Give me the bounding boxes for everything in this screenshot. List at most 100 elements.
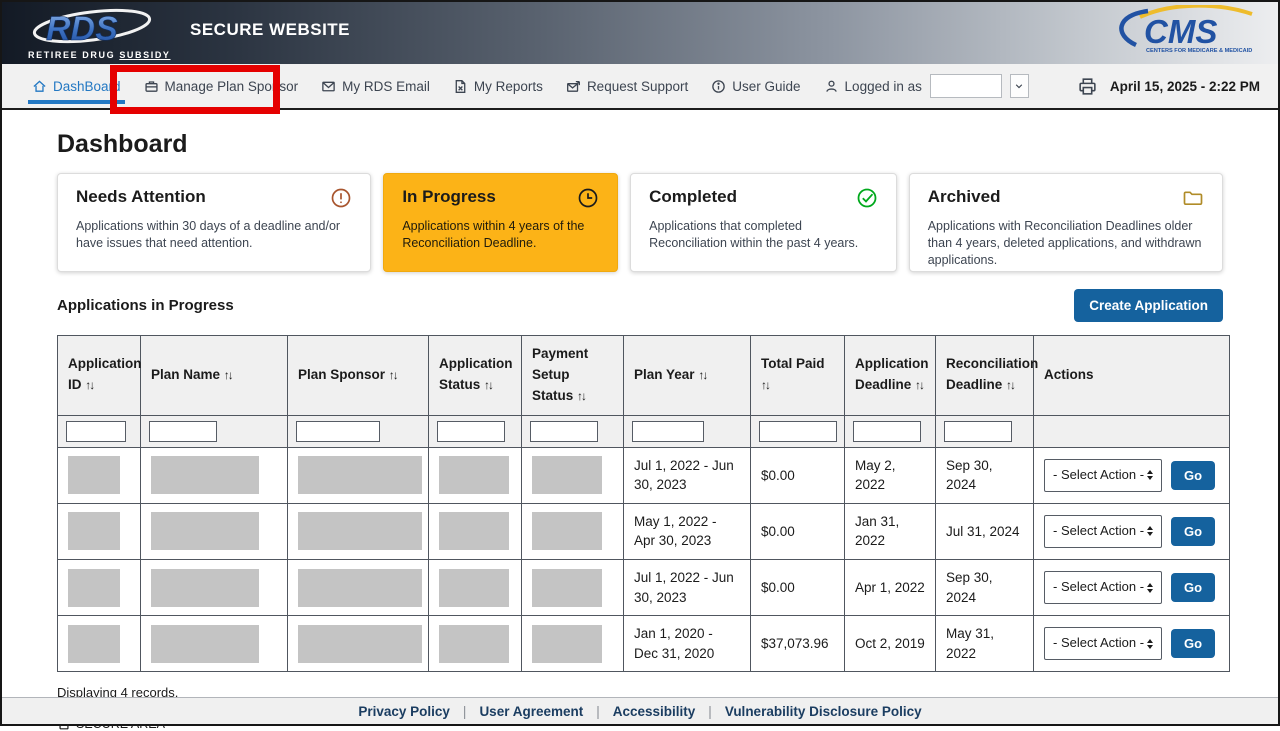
logged-in-user-dropdown[interactable] [1010, 74, 1029, 98]
cms-logo: CMS CENTERS FOR MEDICARE & MEDICAID SERV… [1106, 5, 1254, 62]
footer-separator: | [708, 704, 712, 719]
go-button[interactable]: Go [1171, 461, 1215, 490]
col-header-plan-sponsor[interactable]: Plan Sponsor ↑↓ [288, 336, 429, 416]
table-section-title: Applications in Progress [57, 297, 234, 314]
filter-reconciliation-deadline-input[interactable] [944, 421, 1012, 442]
filter-plan-name-input[interactable] [149, 421, 217, 442]
rds-logo: RDS Retiree Drug Subsidy [28, 7, 168, 60]
redacted-payment-setup-status [532, 456, 602, 494]
card-in-progress[interactable]: In Progress Applications within 4 years … [383, 173, 618, 272]
select-caret-icon [1147, 470, 1153, 480]
filter-application-id-input[interactable] [66, 421, 126, 442]
card-completed[interactable]: Completed Applications that completed Re… [630, 173, 897, 272]
footer-link-user-agreement[interactable]: User Agreement [479, 704, 583, 719]
go-button[interactable]: Go [1171, 629, 1215, 658]
table-header-row: Application ID ↑↓ Plan Name ↑↓ Plan Spon… [58, 336, 1230, 416]
cms-logo-graphic: CMS CENTERS FOR MEDICARE & MEDICAID SERV… [1106, 5, 1254, 57]
nav-item-request-support[interactable]: Request Support [566, 64, 688, 108]
total-paid-cell: $0.00 [751, 503, 845, 559]
table-row: Jul 1, 2022 - Jun 30, 2023 $0.00 Apr 1, … [58, 560, 1230, 616]
filter-application-status-input[interactable] [437, 421, 505, 442]
info-icon [711, 79, 726, 94]
filter-total-paid-input[interactable] [759, 421, 837, 442]
go-button[interactable]: Go [1171, 517, 1215, 546]
create-application-button[interactable]: Create Application [1074, 289, 1223, 322]
col-header-plan-name[interactable]: Plan Name ↑↓ [141, 336, 288, 416]
nav-item-my-rds-email[interactable]: My RDS Email [321, 64, 430, 108]
plan-year-cell: Jul 1, 2022 - Jun 30, 2023 [624, 560, 751, 616]
col-header-application-status[interactable]: Application Status ↑↓ [429, 336, 522, 416]
footer-link-accessibility[interactable]: Accessibility [613, 704, 696, 719]
sort-icon: ↑↓ [698, 368, 706, 382]
applications-table: Application ID ↑↓ Plan Name ↑↓ Plan Spon… [57, 335, 1230, 672]
page-title: Dashboard [57, 130, 1223, 159]
filter-plan-sponsor-input[interactable] [296, 421, 380, 442]
col-header-application-id[interactable]: Application ID ↑↓ [58, 336, 141, 416]
redacted-plan-name [151, 456, 259, 494]
sort-icon: ↑↓ [484, 378, 492, 392]
rds-logo-graphic: RDS [28, 7, 160, 49]
nav-item-logged-in-as: Logged in as [824, 64, 1029, 108]
reconciliation-deadline-cell: Jul 31, 2024 [936, 503, 1034, 559]
application-deadline-cell: Jan 31, 2022 [845, 503, 936, 559]
sort-icon: ↑↓ [915, 378, 923, 392]
col-header-plan-year[interactable]: Plan Year ↑↓ [624, 336, 751, 416]
footer-link-vulnerability-disclosure-policy[interactable]: Vulnerability Disclosure Policy [725, 704, 922, 719]
col-header-actions: Actions [1034, 336, 1230, 416]
alert-circle-icon [330, 187, 352, 209]
filter-payment-setup-status-input[interactable] [530, 421, 598, 442]
nav-item-user-guide[interactable]: User Guide [711, 64, 800, 108]
redacted-plan-sponsor [298, 456, 422, 494]
footer-link-privacy-policy[interactable]: Privacy Policy [358, 704, 450, 719]
select-caret-icon [1147, 583, 1153, 593]
redacted-application-status [439, 456, 509, 494]
filter-plan-year-input[interactable] [632, 421, 704, 442]
reconciliation-deadline-cell: Sep 30, 2024 [936, 560, 1034, 616]
total-paid-cell: $0.00 [751, 447, 845, 503]
redacted-plan-sponsor [298, 569, 422, 607]
col-header-reconciliation-deadline[interactable]: Reconciliation Deadline ↑↓ [936, 336, 1034, 416]
home-icon [32, 79, 47, 94]
clock-icon [577, 187, 599, 209]
site-title: SECURE WEBSITE [190, 20, 350, 40]
card-needs-attention[interactable]: Needs Attention Applications within 30 d… [57, 173, 371, 272]
filter-application-deadline-input[interactable] [853, 421, 921, 442]
action-select[interactable]: - Select Action - [1044, 571, 1162, 604]
report-file-icon [453, 79, 468, 94]
action-select[interactable]: - Select Action - [1044, 627, 1162, 660]
redacted-payment-setup-status [532, 625, 602, 663]
table-row: Jul 1, 2022 - Jun 30, 2023 $0.00 May 2, … [58, 447, 1230, 503]
sort-icon: ↑↓ [224, 368, 232, 382]
card-archived[interactable]: Archived Applications with Reconciliatio… [909, 173, 1223, 272]
action-select[interactable]: - Select Action - [1044, 459, 1162, 492]
select-caret-icon [1147, 639, 1153, 649]
nav-item-dashboard[interactable]: DashBoard [32, 64, 121, 108]
sort-icon: ↑↓ [85, 378, 93, 392]
footer-separator: | [463, 704, 467, 719]
action-select[interactable]: - Select Action - [1044, 515, 1162, 548]
check-circle-icon [856, 187, 878, 209]
logged-in-user-field[interactable] [930, 74, 1002, 98]
col-header-payment-setup-status[interactable]: Payment Setup Status ↑↓ [522, 336, 624, 416]
print-icon[interactable] [1077, 76, 1098, 97]
main-navigation: DashBoard Manage Plan Sponsor My RDS Ema… [2, 64, 1278, 110]
col-header-total-paid[interactable]: Total Paid ↑↓ [751, 336, 845, 416]
redacted-application-status [439, 512, 509, 550]
redacted-application-id [68, 625, 120, 663]
dashboard-cards: Needs Attention Applications within 30 d… [57, 173, 1223, 272]
application-deadline-cell: May 2, 2022 [845, 447, 936, 503]
application-deadline-cell: Apr 1, 2022 [845, 560, 936, 616]
chevron-down-icon [1014, 81, 1024, 91]
cms-logo-text: CMS [1144, 13, 1217, 50]
redacted-payment-setup-status [532, 512, 602, 550]
col-header-application-deadline[interactable]: Application Deadline ↑↓ [845, 336, 936, 416]
redacted-application-id [68, 569, 120, 607]
rds-logo-subtitle: Retiree Drug Subsidy [28, 50, 168, 60]
select-caret-icon [1147, 526, 1153, 536]
application-deadline-cell: Oct 2, 2019 [845, 616, 936, 672]
sort-icon: ↑↓ [577, 389, 585, 403]
nav-item-my-reports[interactable]: My Reports [453, 64, 543, 108]
nav-item-manage-plan-sponsor[interactable]: Manage Plan Sponsor [144, 64, 299, 108]
footer-separator: | [596, 704, 600, 719]
go-button[interactable]: Go [1171, 573, 1215, 602]
